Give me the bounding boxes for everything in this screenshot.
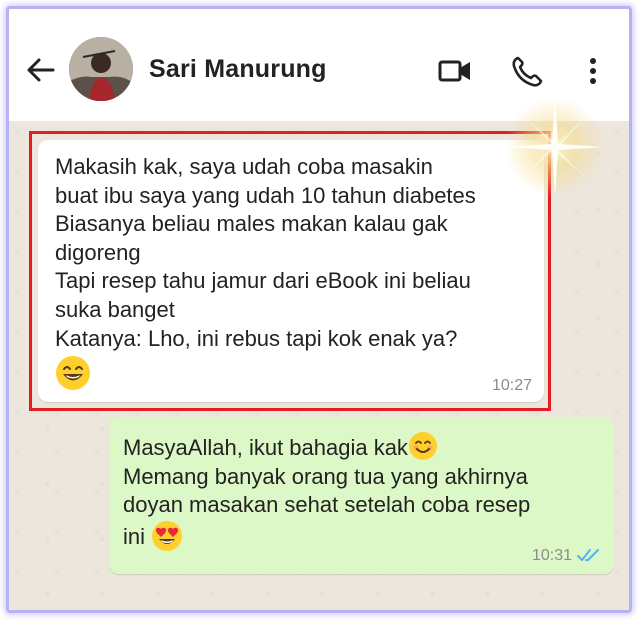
- message-line: doyan masakan sehat setelah coba resep: [123, 492, 531, 518]
- chat-header: Sari Manurung: [9, 9, 629, 122]
- message-line: MasyaAllah, ikut bahagia kak: [123, 435, 408, 460]
- outgoing-message-bubble[interactable]: MasyaAllah, ikut bahagia kak Memang bany…: [109, 417, 614, 574]
- screenshot-frame: Sari Manurung Makasih kak, saya udah cob…: [6, 6, 632, 613]
- highlight-box: [29, 131, 551, 411]
- read-double-check-icon: [577, 549, 599, 561]
- message-time: 10:31: [531, 547, 572, 564]
- message-line: ini: [123, 523, 146, 549]
- smiling-face-icon: [408, 432, 437, 460]
- contact-name[interactable]: Sari Manurung: [149, 55, 327, 84]
- avatar[interactable]: [69, 37, 133, 101]
- video-call-icon[interactable]: [437, 53, 473, 89]
- avatar-photo: [69, 37, 133, 101]
- back-arrow-icon[interactable]: [23, 53, 57, 87]
- outgoing-message-text: MasyaAllah, ikut bahagia kak Memang bany…: [123, 431, 603, 552]
- heart-eyes-icon: [152, 520, 183, 551]
- phone-icon[interactable]: [509, 53, 545, 89]
- message-line: Memang banyak orang tua yang akhirnya: [123, 463, 528, 489]
- more-options-icon[interactable]: [575, 53, 611, 89]
